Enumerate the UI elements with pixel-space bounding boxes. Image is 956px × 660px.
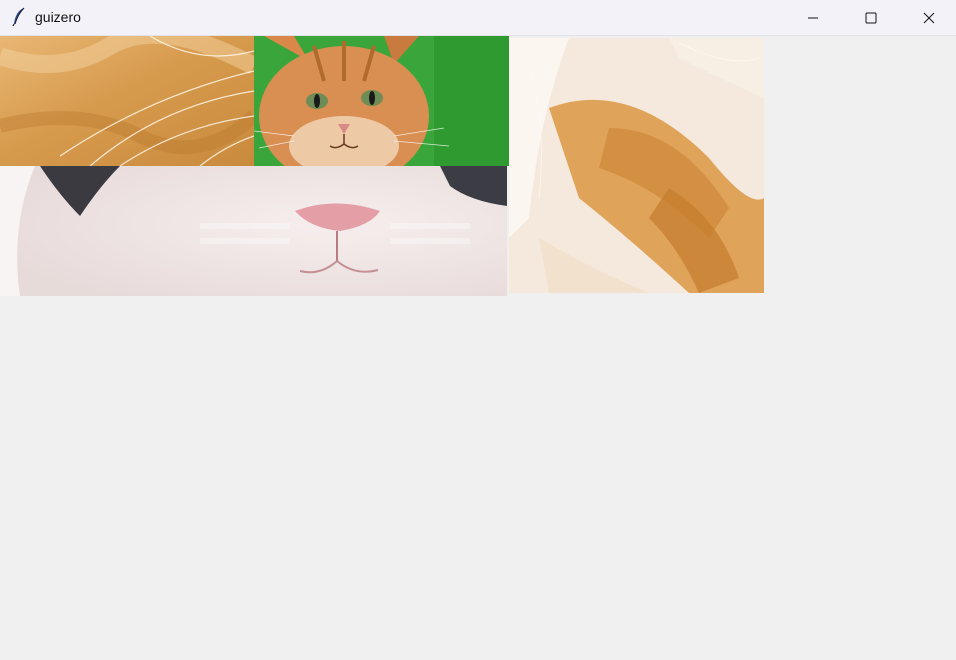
- maximize-button[interactable]: [842, 0, 900, 36]
- window-title: guizero: [35, 9, 81, 25]
- minimize-icon: [807, 12, 819, 24]
- maximize-icon: [865, 12, 877, 24]
- feather-icon: [11, 7, 27, 27]
- close-icon: [923, 12, 935, 24]
- minimize-button[interactable]: [784, 0, 842, 36]
- image-tile-cat-nose[interactable]: [0, 166, 507, 296]
- image-tile-cat-face[interactable]: [254, 36, 509, 166]
- image-tile-orange-white-fur[interactable]: [509, 38, 764, 293]
- title-bar[interactable]: guizero: [0, 0, 956, 36]
- image-tile-fur-whiskers[interactable]: [0, 36, 254, 166]
- close-button[interactable]: [900, 0, 956, 36]
